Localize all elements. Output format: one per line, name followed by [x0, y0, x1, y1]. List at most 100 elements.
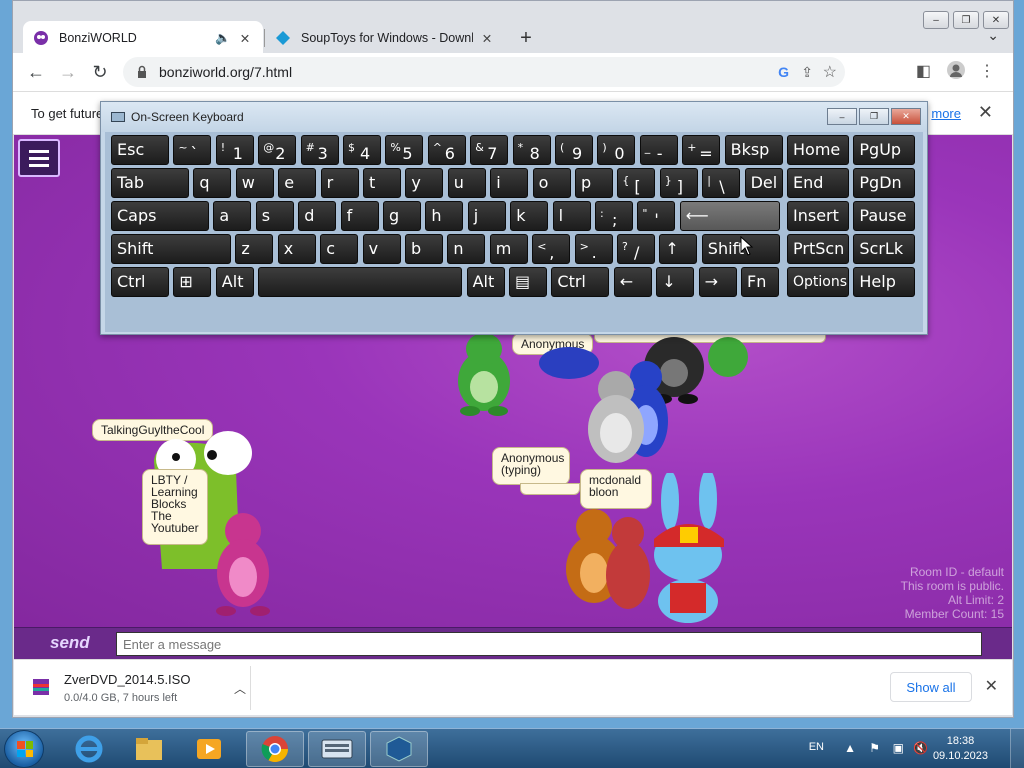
infobar-learn-more-link[interactable]: more	[931, 106, 961, 121]
key-h[interactable]: h	[425, 201, 464, 231]
key-b[interactable]: b	[405, 234, 443, 264]
key-e[interactable]: e	[278, 168, 317, 198]
key-5[interactable]: % 5	[385, 135, 424, 165]
key-insert[interactable]: Insert	[787, 201, 849, 231]
key-symbol-3-9[interactable]: >.	[574, 234, 613, 264]
key-t[interactable]: t	[363, 168, 401, 198]
key-symbol-4-5[interactable]: ▤	[509, 267, 547, 297]
key-9[interactable]: (9	[555, 135, 593, 165]
key-f[interactable]: f	[340, 201, 379, 231]
key-pgup[interactable]: PgUp	[853, 135, 916, 165]
key-ctrl[interactable]: Ctrl	[551, 267, 610, 297]
key-d[interactable]: d	[298, 201, 337, 231]
key-pause[interactable]: Pause	[853, 201, 916, 231]
key-x[interactable]: x	[277, 234, 316, 264]
clock[interactable]: 18:38 09.10.2023	[933, 734, 988, 764]
minimize-button[interactable]: –	[827, 108, 857, 125]
key-bksp[interactable]: Bksp	[724, 135, 783, 165]
key-j[interactable]: j	[467, 201, 506, 231]
key-8[interactable]: * 8	[512, 135, 551, 165]
close-icon[interactable]: ✕	[237, 31, 253, 46]
profile-avatar-icon[interactable]	[947, 61, 965, 84]
key-end[interactable]: End	[787, 168, 849, 198]
reload-button[interactable]: ↻	[87, 59, 113, 85]
key-space[interactable]	[258, 267, 463, 297]
pink-gorilla-character[interactable]	[202, 507, 284, 619]
blue-bunny-character[interactable]	[636, 473, 736, 623]
green-gorilla-character[interactable]	[704, 335, 752, 379]
key-alt[interactable]: Alt	[215, 267, 254, 297]
new-tab-button[interactable]: +	[513, 25, 539, 51]
close-button[interactable]: ✕	[891, 108, 921, 125]
address-bar[interactable]: bonziworld.org/7.html G ⇪ ☆	[123, 57, 845, 87]
download-item[interactable]: ZverDVD_2014.5.ISO 0.0/4.0 GB, 7 hours l…	[26, 668, 246, 708]
key-n[interactable]: n	[447, 234, 486, 264]
key-scrlk[interactable]: ScrLk	[853, 234, 916, 264]
key-symbol-2-12[interactable]: ⟵	[679, 201, 780, 231]
key-symbol-1-13[interactable]: | \	[702, 168, 741, 198]
virtualbox-taskbar-icon[interactable]	[370, 731, 428, 767]
key-prtscn[interactable]: PrtScn	[787, 234, 849, 264]
key-i[interactable]: i	[490, 168, 529, 198]
chevron-up-icon[interactable]: ︿	[234, 680, 246, 697]
menu-kebab-icon[interactable]: ⋮	[979, 61, 995, 81]
share-icon[interactable]: ⇪	[801, 64, 813, 81]
show-desktop-button[interactable]	[1010, 729, 1024, 768]
key-symbol-4-8[interactable]: ↓	[656, 267, 695, 297]
key-p[interactable]: p	[575, 168, 613, 198]
network-icon[interactable]: ▣	[893, 741, 904, 755]
tray-expand-icon[interactable]: ▲	[844, 741, 856, 755]
key-7[interactable]: & 7	[470, 135, 509, 165]
key-symbol-1-12[interactable]: }]	[659, 168, 698, 198]
language-indicator[interactable]: EN	[809, 741, 824, 753]
key-3[interactable]: #3	[300, 135, 339, 165]
internet-explorer-icon[interactable]	[60, 731, 118, 767]
tab-search-chevron-icon[interactable]: ⌄	[987, 27, 999, 44]
key-symbol-3-10[interactable]: ? /	[617, 234, 655, 264]
key-4[interactable]: $4	[343, 135, 381, 165]
key-r[interactable]: r	[320, 168, 359, 198]
key-v[interactable]: v	[362, 234, 401, 264]
bookmark-star-icon[interactable]: ☆	[823, 62, 837, 82]
google-icon[interactable]: G	[778, 64, 789, 80]
action-center-flag-icon[interactable]: ⚑	[869, 741, 880, 755]
side-panel-icon[interactable]: ◧	[916, 61, 931, 81]
grey-gorilla-character[interactable]	[574, 367, 658, 471]
key-del[interactable]: Del	[744, 168, 783, 198]
key-g[interactable]: g	[383, 201, 421, 231]
tab-bonziworld[interactable]: BonziWORLD 🔈 ✕	[23, 21, 263, 55]
chrome-taskbar-icon[interactable]	[246, 731, 304, 767]
key-shift[interactable]: Shift	[111, 234, 231, 264]
osk-title-bar[interactable]: On-Screen Keyboard	[101, 102, 927, 132]
close-icon[interactable]: ✕	[479, 31, 495, 46]
key-m[interactable]: m	[489, 234, 528, 264]
key-symbol-0-13[interactable]: + =	[682, 135, 721, 165]
file-explorer-icon[interactable]	[120, 731, 178, 767]
key-home[interactable]: Home	[787, 135, 849, 165]
on-screen-keyboard-taskbar-icon[interactable]	[308, 731, 366, 767]
key-symbol-4-7[interactable]: ←	[613, 267, 652, 297]
key-alt[interactable]: Alt	[466, 267, 505, 297]
key-tab[interactable]: Tab	[111, 168, 189, 198]
key-symbol-3-11[interactable]: ↑	[659, 234, 698, 264]
key-o[interactable]: o	[532, 168, 571, 198]
key-w[interactable]: w	[235, 168, 274, 198]
key-y[interactable]: y	[405, 168, 444, 198]
key-1[interactable]: ! 1	[215, 135, 254, 165]
key-l[interactable]: l	[552, 201, 591, 231]
key-caps[interactable]: Caps	[111, 201, 209, 231]
key-fn[interactable]: Fn	[741, 267, 779, 297]
volume-muted-icon[interactable]: 🔇	[913, 741, 928, 755]
key-ctrl[interactable]: Ctrl	[111, 267, 169, 297]
key-2[interactable]: @2	[258, 135, 297, 165]
key-symbol-4-9[interactable]: →	[698, 267, 737, 297]
key-symbol-1-11[interactable]: {[	[617, 168, 656, 198]
show-all-button[interactable]: Show all	[890, 672, 972, 702]
speaker-icon[interactable]: 🔈	[215, 31, 231, 46]
key-pgdn[interactable]: PgDn	[853, 168, 916, 198]
key-symbol-0-1[interactable]: ~ `	[173, 135, 212, 165]
hamburger-menu-button[interactable]	[18, 139, 60, 177]
send-button[interactable]: send	[50, 633, 90, 653]
key-symbol-0-12[interactable]: _ -	[639, 135, 678, 165]
key-0[interactable]: ) 0	[597, 135, 636, 165]
